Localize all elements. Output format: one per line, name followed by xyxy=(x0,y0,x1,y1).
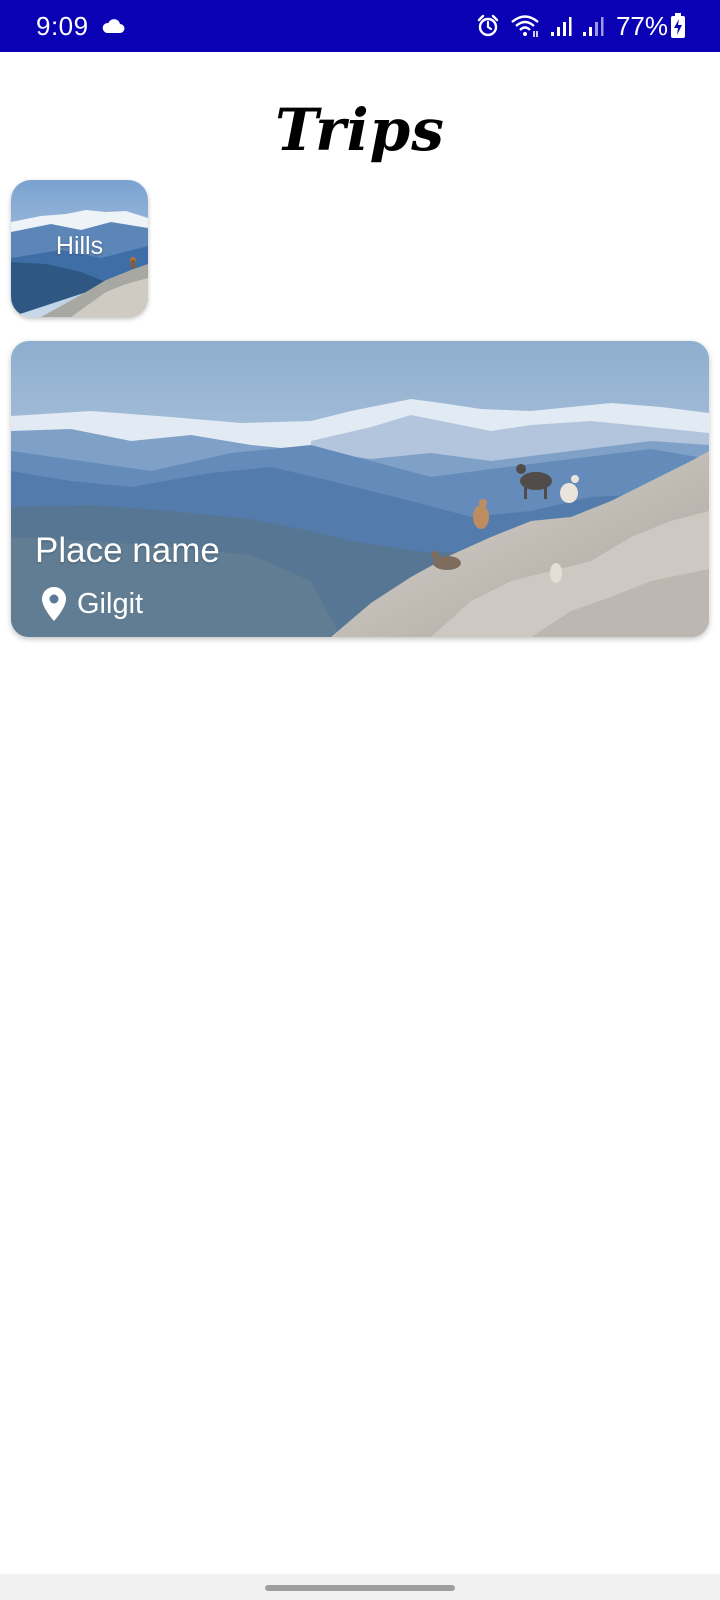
place-card[interactable]: Place name Gilgit xyxy=(11,341,709,637)
battery-charging-icon xyxy=(671,13,685,38)
place-name: Place name xyxy=(35,531,220,570)
place-location-text: Gilgit xyxy=(77,587,144,620)
category-card-hills[interactable]: Hills xyxy=(11,180,148,317)
status-bar: 9:09 77% xyxy=(0,0,720,52)
signal-icon-2 xyxy=(582,17,604,36)
navigation-bar xyxy=(0,1574,720,1600)
cloud-icon xyxy=(102,19,125,33)
place-location: Gilgit xyxy=(41,586,143,622)
signal-icon xyxy=(550,17,572,36)
status-time: 9:09 xyxy=(36,10,89,41)
location-pin-icon xyxy=(42,587,66,621)
wifi-icon xyxy=(511,15,539,37)
battery-percentage: 77% xyxy=(615,10,668,41)
alarm-icon xyxy=(477,14,499,37)
status-right: 77% xyxy=(466,11,686,42)
status-left: 9:09 xyxy=(36,11,125,42)
home-gesture-handle[interactable] xyxy=(265,1585,455,1591)
category-label: Hills xyxy=(55,232,104,260)
page-title: Trips xyxy=(275,96,445,164)
